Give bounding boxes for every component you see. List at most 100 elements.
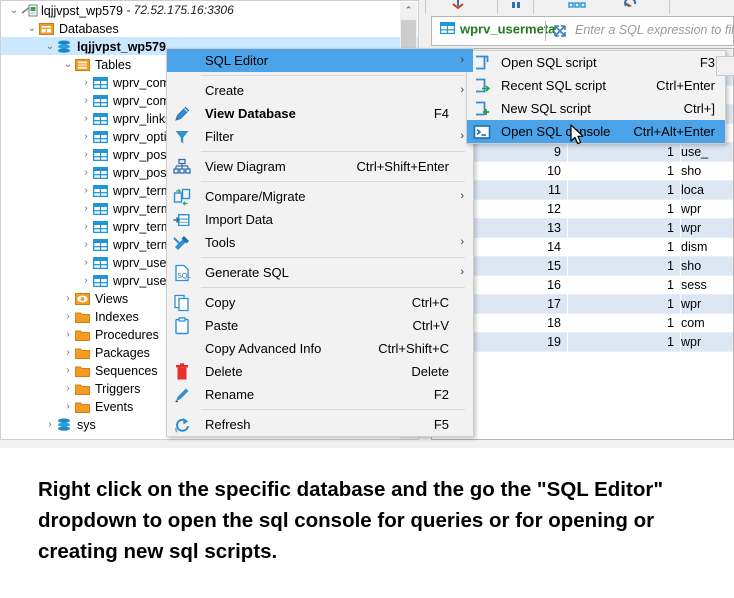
grid-cell-meta-key[interactable]: wpr	[681, 200, 733, 218]
grid-cell-user-id[interactable]: 1	[568, 200, 680, 218]
grid-cell-meta-key[interactable]: wpr	[681, 333, 733, 351]
scroll-up-arrow-icon[interactable]: ⌃	[400, 2, 417, 19]
chevron-right-icon[interactable]: ›	[79, 254, 93, 272]
chevron-right-icon[interactable]: ›	[61, 380, 75, 398]
grid-row[interactable]: 11 1 loca	[432, 181, 733, 200]
grid-row[interactable]: 17 1 wpr	[432, 295, 733, 314]
grid-row[interactable]: 15 1 sho	[432, 257, 733, 276]
grid-cell-meta-key[interactable]: sess	[681, 276, 733, 294]
chevron-right-icon[interactable]: ›	[79, 218, 93, 236]
grid-cell-user-id[interactable]: 1	[568, 295, 680, 313]
grid-cell-meta-key[interactable]: use_	[681, 143, 733, 161]
grid-row[interactable]: 16 1 sess	[432, 276, 733, 295]
refresh-toolbar-icon[interactable]	[623, 0, 639, 10]
chevron-right-icon[interactable]: ›	[61, 398, 75, 416]
editor-toolbar[interactable]	[425, 0, 734, 14]
views-icon	[75, 292, 91, 306]
chevron-right-icon[interactable]: ›	[79, 200, 93, 218]
chevron-right-icon[interactable]: ›	[79, 272, 93, 290]
chevron-right-icon[interactable]: ›	[79, 128, 93, 146]
chevron-right-icon[interactable]: ›	[61, 344, 75, 362]
menu-item-rename[interactable]: Rename F2	[167, 383, 473, 406]
menu-item-tools[interactable]: Tools ›	[167, 231, 473, 254]
tree-node-label: wprv_optio	[113, 129, 174, 144]
menu-item-refresh[interactable]: Refresh F5	[167, 413, 473, 436]
menu-item-generate-sql[interactable]: SQL Generate SQL ›	[167, 261, 473, 284]
filter-bar[interactable]: wprv_usermeta Enter a SQL expression to …	[431, 16, 734, 46]
grid-row[interactable]: 19 1 wpr	[432, 333, 733, 352]
grid-cell-user-id[interactable]: 1	[568, 314, 680, 332]
sql-editor-submenu[interactable]: Open SQL script F3 Recent SQL script Ctrl+E…	[466, 50, 726, 144]
grid-row[interactable]: 18 1 com	[432, 314, 733, 333]
grid-cell-user-id[interactable]: 1	[568, 257, 680, 275]
expand-arrows-icon[interactable]	[551, 22, 569, 40]
chevron-right-icon[interactable]: ›	[61, 308, 75, 326]
grid-cell-user-id[interactable]: 1	[568, 276, 680, 294]
new-script-icon	[473, 100, 491, 118]
menu-item-paste[interactable]: Paste Ctrl+V	[167, 314, 473, 337]
commit-icon[interactable]	[450, 0, 466, 10]
grid-row[interactable]: 14 1 dism	[432, 238, 733, 257]
chevron-down-icon[interactable]: ⌄	[61, 56, 75, 74]
chevron-right-icon[interactable]: ›	[79, 164, 93, 182]
submenu-item-open-sql-console[interactable]: Open SQL console Ctrl+Alt+Enter	[467, 120, 725, 143]
chevron-right-icon[interactable]: ›	[79, 74, 93, 92]
grid-cell-meta-key[interactable]: loca	[681, 181, 733, 199]
menu-item-view-database[interactable]: View Database F4	[167, 102, 473, 125]
menu-item-delete[interactable]: Delete Delete	[167, 360, 473, 383]
grid-cell-user-id[interactable]: 1	[568, 181, 680, 199]
grid-cell-meta-key[interactable]: dism	[681, 238, 733, 256]
grid-cell-meta-key[interactable]: sho	[681, 162, 733, 180]
chevron-right-icon[interactable]: ›	[79, 182, 93, 200]
chevron-right-icon[interactable]: ›	[79, 236, 93, 254]
sql-filter-placeholder[interactable]: Enter a SQL expression to filter re	[575, 23, 734, 37]
chevron-right-icon[interactable]: ›	[61, 362, 75, 380]
tree-node-databases[interactable]: ⌄ Databases	[1, 19, 418, 37]
table-icon	[92, 148, 109, 162]
grid-cell-user-id[interactable]: 1	[568, 162, 680, 180]
chevron-right-icon[interactable]: ›	[79, 146, 93, 164]
chevron-down-icon[interactable]: ⌄	[7, 2, 21, 20]
diagram-toolbar-icon[interactable]	[568, 0, 586, 10]
chevron-down-icon[interactable]: ⌄	[25, 20, 39, 38]
menu-item-view-diagram[interactable]: View Diagram Ctrl+Shift+Enter	[167, 155, 473, 178]
menu-item-copy[interactable]: Copy Ctrl+C	[167, 291, 473, 314]
tree-node-lqjjvpst-wp579[interactable]: ⌄ lqjjvpst_wp579 - 72.52.175.16:3306	[1, 1, 418, 19]
grid-row[interactable]: 10 1 sho	[432, 162, 733, 181]
grid-cell-meta-key[interactable]: com	[681, 314, 733, 332]
chevron-right-icon[interactable]: ›	[79, 92, 93, 110]
grid-cell-meta-key[interactable]: sho	[681, 257, 733, 275]
submenu-item-recent-sql-script[interactable]: Recent SQL script Ctrl+Enter	[467, 74, 725, 97]
transaction-mode-icon[interactable]	[510, 0, 524, 9]
grid-row[interactable]: 12 1 wpr	[432, 200, 733, 219]
grid-cell-meta-key[interactable]: wpr	[681, 295, 733, 313]
chevron-right-icon[interactable]: ›	[43, 416, 57, 434]
grid-cell-user-id[interactable]: 1	[568, 333, 680, 351]
submenu-item-label: Open SQL script	[501, 55, 597, 70]
grid-cell-meta-key[interactable]: wpr	[681, 219, 733, 237]
grid-cell-user-id[interactable]: 1	[568, 219, 680, 237]
compare-icon	[173, 188, 191, 206]
menu-item-filter[interactable]: Filter ›	[167, 125, 473, 148]
table-icon	[92, 94, 109, 108]
menu-item-label: Delete	[205, 364, 243, 379]
menu-item-import-data[interactable]: Import Data	[167, 208, 473, 231]
chevron-right-icon[interactable]: ›	[79, 110, 93, 128]
submenu-item-new-sql-script[interactable]: New SQL script Ctrl+]	[467, 97, 725, 120]
tree-node-label: lqjjvpst_wp579	[77, 39, 166, 54]
context-menu[interactable]: SQL Editor › Create › View Database F4 Filter ›…	[166, 48, 474, 437]
grid-cell-user-id[interactable]: 1	[568, 238, 680, 256]
submenu-item-shortcut: Ctrl+Enter	[656, 78, 715, 93]
tree-node-label: Indexes	[95, 309, 139, 324]
menu-item-compare-migrate[interactable]: Compare/Migrate ›	[167, 185, 473, 208]
menu-item-copy-advanced-info[interactable]: Copy Advanced Info Ctrl+Shift+C	[167, 337, 473, 360]
grid-row[interactable]: 13 1 wpr	[432, 219, 733, 238]
menu-item-sql-editor[interactable]: SQL Editor ›	[167, 49, 473, 72]
chevron-right-icon[interactable]: ›	[61, 290, 75, 308]
connection-icon	[21, 4, 38, 18]
active-object-chip[interactable]: wprv_usermeta	[439, 21, 555, 36]
submenu-item-open-sql-script[interactable]: Open SQL script F3	[467, 51, 725, 74]
chevron-right-icon[interactable]: ›	[61, 326, 75, 344]
chevron-down-icon[interactable]: ⌄	[43, 38, 57, 56]
menu-item-create[interactable]: Create ›	[167, 79, 473, 102]
